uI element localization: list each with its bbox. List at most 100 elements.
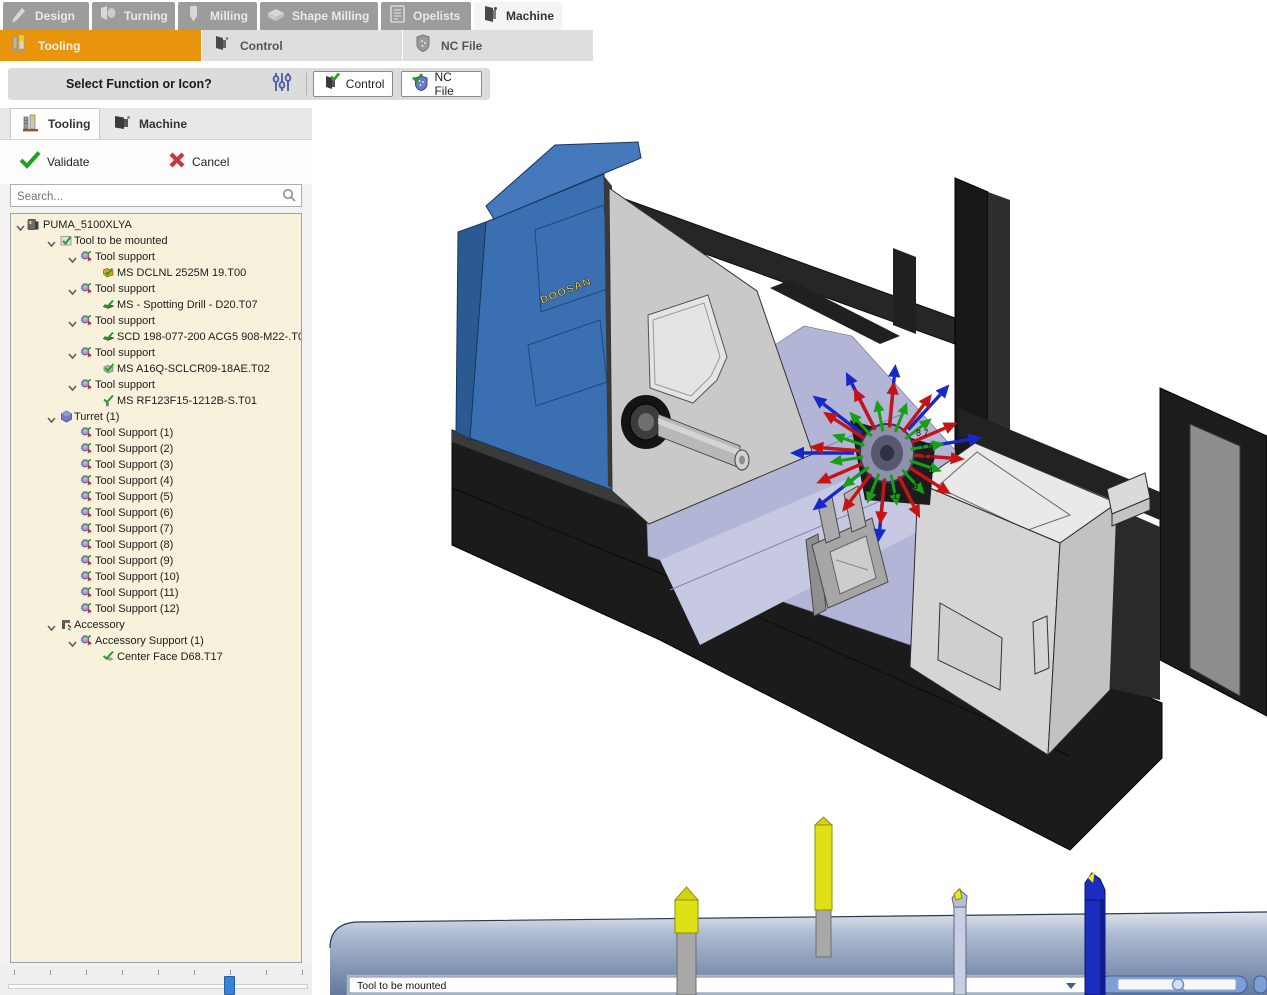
support-icon bbox=[80, 506, 93, 519]
tree-item-label: SCD 198-077-200 ACG5 908-M22-.T05 bbox=[117, 329, 302, 345]
main-tab-machine[interactable]: Machine bbox=[474, 2, 562, 30]
slider-tick bbox=[122, 970, 123, 975]
control-button-label: Control bbox=[346, 77, 385, 91]
main-tab-label: Milling bbox=[210, 9, 248, 23]
machine-3d-view[interactable]: DOOSAN bbox=[312, 108, 1267, 995]
tree-item[interactable]: Accessory Support (1) bbox=[11, 633, 301, 649]
support-icon bbox=[80, 522, 93, 535]
tool-orange-icon bbox=[102, 266, 115, 279]
machine-icon bbox=[27, 218, 40, 231]
tree-item-label: Tool Support (5) bbox=[95, 489, 173, 505]
tree-item[interactable]: Tool Support (1) bbox=[11, 425, 301, 441]
main-tab-opelists[interactable]: Opelists bbox=[381, 2, 471, 30]
tree-item[interactable]: Tool Support (12) bbox=[11, 601, 301, 617]
application-window: { "ribbon": { "main_tabs": [ {"label":"D… bbox=[0, 0, 1267, 995]
tray-zoom-slider[interactable] bbox=[1100, 976, 1267, 993]
tree-item-label: Tool support bbox=[95, 345, 155, 361]
tool-category-dropdown[interactable]: Tool to be mounted bbox=[347, 975, 1088, 995]
tooling-subtab-icon bbox=[10, 33, 30, 58]
tab-machine-label: Machine bbox=[139, 117, 187, 131]
tree-item[interactable]: Tool support bbox=[11, 313, 301, 329]
main-tab-milling[interactable]: Milling bbox=[178, 2, 257, 30]
accessory-icon bbox=[60, 618, 73, 631]
tree-zoom-slider bbox=[0, 966, 312, 995]
opelists-tab-icon bbox=[387, 4, 407, 29]
sub-tab-tooling[interactable]: Tooling bbox=[0, 30, 201, 61]
tree-item[interactable]: Tool Support (6) bbox=[11, 505, 301, 521]
slider-handle[interactable] bbox=[224, 976, 235, 995]
search-icon[interactable] bbox=[282, 188, 297, 203]
tree-item[interactable]: Tool Support (7) bbox=[11, 521, 301, 537]
sub-tab-label: Tooling bbox=[38, 39, 80, 53]
main-tab-label: Shape Milling bbox=[292, 9, 369, 23]
tree-item-label: Center Face D68.T17 bbox=[117, 649, 223, 665]
tree-item[interactable]: SCD 198-077-200 ACG5 908-M22-.T05 bbox=[11, 329, 301, 345]
dropdown-value: Tool to be mounted bbox=[357, 980, 446, 992]
tree-item-label: Tool Support (6) bbox=[95, 505, 173, 521]
tree-item-label: Tool Support (12) bbox=[95, 601, 179, 617]
search-input[interactable] bbox=[15, 186, 281, 207]
tree-item[interactable]: Tool support bbox=[11, 377, 301, 393]
tree-item[interactable]: Tool Support (2) bbox=[11, 441, 301, 457]
tab-machine[interactable]: Machine bbox=[102, 108, 196, 139]
tray-tool-2[interactable] bbox=[815, 817, 832, 957]
function-prompt: Select Function or Icon? bbox=[8, 77, 270, 91]
support-icon bbox=[80, 458, 93, 471]
tree-item[interactable]: Tool Support (9) bbox=[11, 553, 301, 569]
slider-track[interactable] bbox=[8, 984, 308, 989]
turret-icon bbox=[60, 410, 73, 423]
support-icon bbox=[80, 538, 93, 551]
nc-file-button[interactable]: NC File bbox=[401, 71, 482, 97]
main-tab-shape-milling[interactable]: Shape Milling bbox=[260, 2, 378, 30]
main-tab-label: Design bbox=[35, 9, 75, 23]
support-icon bbox=[80, 554, 93, 567]
machine-icon bbox=[112, 113, 132, 134]
turret-station-label: T 1 2 bbox=[885, 491, 905, 501]
tool-gray-icon bbox=[102, 362, 115, 375]
tree-item[interactable]: Tool to be mounted bbox=[11, 233, 301, 249]
tree-item-label: MS DCLNL 2525M 19.T00 bbox=[117, 265, 246, 281]
tree-item[interactable]: Turret (1) bbox=[11, 409, 301, 425]
tree-item[interactable]: Tool Support (4) bbox=[11, 473, 301, 489]
tray-tool-4[interactable] bbox=[1085, 871, 1105, 995]
tree-item[interactable]: Center Face D68.T17 bbox=[11, 649, 301, 665]
main-tab-label: Turning bbox=[124, 9, 168, 23]
main-tab-turning[interactable]: Turning bbox=[92, 2, 175, 30]
control-button[interactable]: Control bbox=[313, 71, 394, 97]
tree-item[interactable]: Tool Support (5) bbox=[11, 489, 301, 505]
validate-button[interactable]: Validate bbox=[18, 150, 89, 173]
tree-item[interactable]: Tool support bbox=[11, 249, 301, 265]
turret-station-label: 3 bbox=[913, 481, 918, 491]
sub-tab-nc-file[interactable]: NC File bbox=[403, 30, 593, 61]
slider-tick bbox=[50, 970, 51, 975]
turret-station-label: 8 7 bbox=[916, 428, 929, 438]
turret-station-label: T 6 bbox=[920, 441, 933, 451]
main-tab-label: Opelists bbox=[413, 9, 460, 23]
tree-item-label: Tool support bbox=[95, 313, 155, 329]
tab-tooling-label: Tooling bbox=[48, 117, 90, 131]
tree-item[interactable]: MS DCLNL 2525M 19.T00 bbox=[11, 265, 301, 281]
main-tab-design[interactable]: Design bbox=[3, 2, 89, 30]
cancel-button[interactable]: Cancel bbox=[167, 150, 229, 173]
filter-sliders-icon[interactable] bbox=[270, 70, 294, 99]
tree-item[interactable]: Tool Support (11) bbox=[11, 585, 301, 601]
tree-item-label: Tool Support (10) bbox=[95, 569, 179, 585]
tree-item[interactable]: MS RF123F15-1212B-S.T01 bbox=[11, 393, 301, 409]
tree-item-label: Tool support bbox=[95, 281, 155, 297]
tab-tooling[interactable]: Tooling bbox=[10, 108, 100, 139]
tree-item[interactable]: Accessory bbox=[11, 617, 301, 633]
tree-item[interactable]: Tool Support (3) bbox=[11, 457, 301, 473]
tree-item[interactable]: Tool support bbox=[11, 281, 301, 297]
tree-item[interactable]: Tool Support (8) bbox=[11, 537, 301, 553]
turret-station-label: 4 bbox=[928, 466, 933, 476]
tree-item[interactable]: Tool support bbox=[11, 345, 301, 361]
tree-item[interactable]: PUMA_5100XLYA bbox=[11, 217, 301, 233]
nc-file-subtab-icon bbox=[413, 33, 433, 58]
tree-item[interactable]: Tool Support (10) bbox=[11, 569, 301, 585]
tray-tool-1[interactable] bbox=[675, 887, 698, 995]
sub-tab-control[interactable]: Control bbox=[202, 30, 402, 61]
tray-tool-3[interactable] bbox=[952, 889, 967, 995]
slider-tick bbox=[302, 970, 303, 975]
tree-item[interactable]: MS - Spotting Drill - D20.T07 bbox=[11, 297, 301, 313]
tree-item[interactable]: MS A16Q-SCLCR09-18AE.T02 bbox=[11, 361, 301, 377]
